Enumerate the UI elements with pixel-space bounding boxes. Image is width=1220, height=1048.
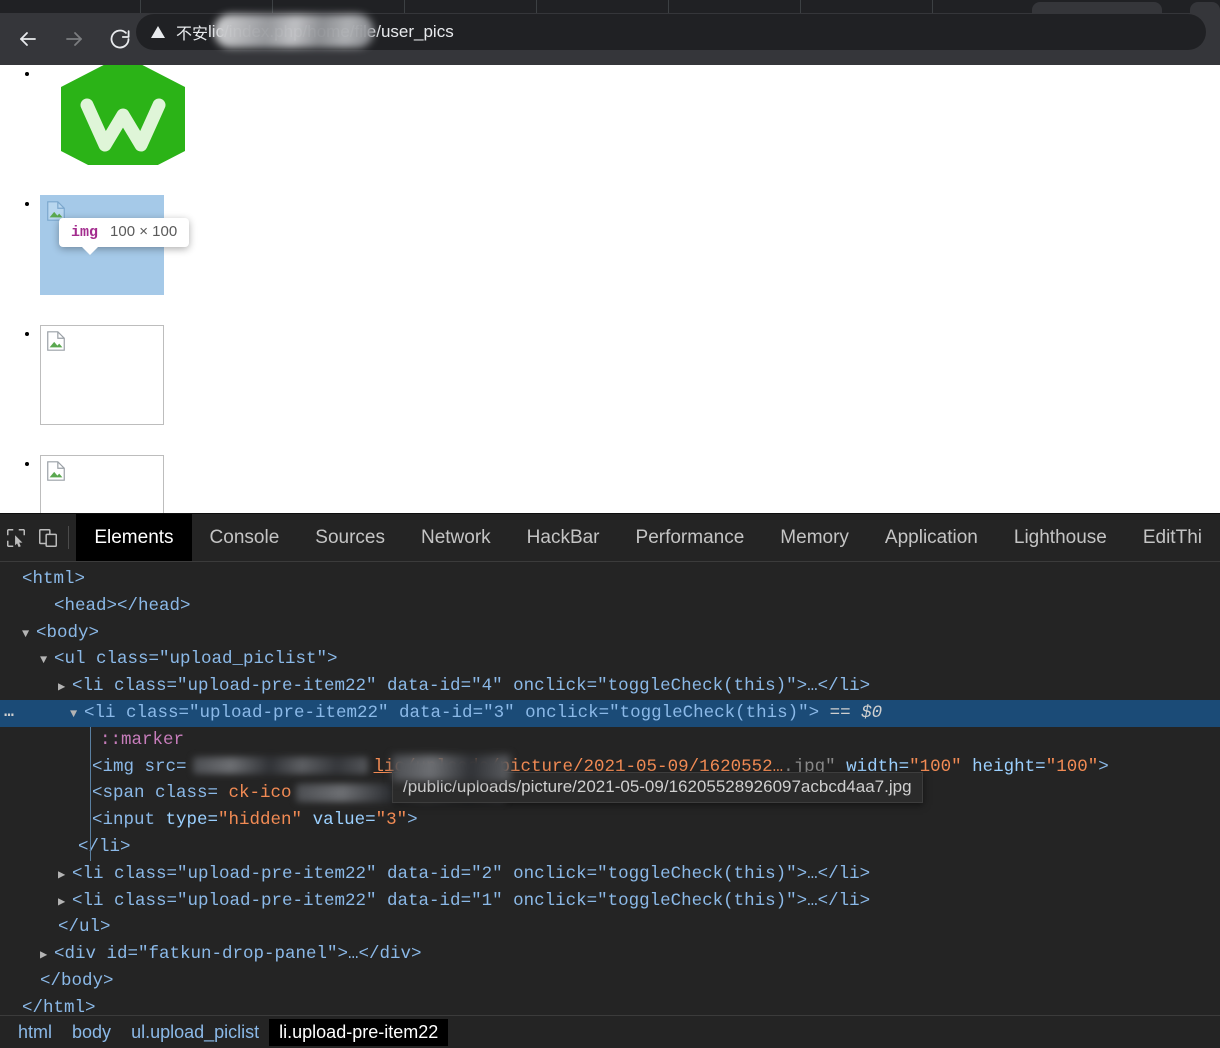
dom-node-li-1[interactable]: <li class="upload-pre-item22" data-id="1… [0,888,1220,915]
disclosure-triangle-icon[interactable] [40,942,54,969]
disclosure-triangle-icon[interactable] [22,621,36,648]
toolbar-divider [67,526,69,549]
tooltip-tag-name: img [71,224,99,241]
dom-node-body-open[interactable]: <body> [0,620,1220,647]
active-tab[interactable] [1032,2,1162,13]
dom-node-ul-close[interactable]: </ul> [0,914,1220,941]
dom-node-li-3-selected[interactable]: ⋯ <li class="upload-pre-item22" data-id=… [0,699,1220,728]
url-redaction-blur [214,14,374,48]
reload-icon[interactable] [102,21,138,57]
list-item[interactable] [40,195,1220,325]
dom-node-marker[interactable]: ::marker [0,726,1220,754]
disclosure-triangle-icon[interactable] [58,889,72,916]
tab-lighthouse[interactable]: Lighthouse [996,514,1125,561]
dom-node-li-2[interactable]: <li class="upload-pre-item22" data-id="2… [0,861,1220,888]
element-highlight-tooltip: img 100 × 100 [59,218,190,255]
browser-window: 不安 lic/index.php/home/file/user_pics [0,0,1220,1048]
dom-node-fatkun-panel[interactable]: <div id="fatkun-drop-panel">…</div> [0,941,1220,968]
tab-application[interactable]: Application [867,514,996,561]
disclosure-triangle-icon[interactable] [58,674,72,701]
thumbnail-broken[interactable] [40,325,164,425]
list-item[interactable] [40,455,1220,513]
device-toolbar-icon[interactable] [32,514,64,561]
dom-node-html-close[interactable]: </html> [0,995,1220,1015]
devtools-tabbar: Elements Console Sources Network HackBar… [0,514,1220,562]
forward-arrow-icon[interactable] [56,21,92,57]
tab-hackbar[interactable]: HackBar [509,514,618,561]
tab-memory[interactable]: Memory [762,514,867,561]
broken-image-icon [47,461,65,481]
url-hover-tooltip: /public/uploads/picture/2021-05-09/16205… [392,755,923,803]
tab-strip[interactable] [0,0,1220,13]
tooltip-dimensions: 100 × 100 [110,223,178,240]
breadcrumb-ul[interactable]: ul.upload_piclist [121,1019,269,1046]
dom-node-li-3-close[interactable]: </li> [0,833,1220,861]
tab-sources[interactable]: Sources [297,514,403,561]
back-arrow-icon[interactable] [10,21,46,57]
disclosure-triangle-icon[interactable] [70,701,84,728]
security-label: 不安 [176,24,209,43]
tab-partial[interactable] [1190,2,1220,13]
wamp-logo [61,65,185,165]
broken-image-icon [47,331,65,351]
tab-network[interactable]: Network [403,514,509,561]
list-item[interactable] [40,325,1220,455]
page-viewport: img 100 × 100 [0,65,1220,513]
tooltip-redaction-blur [392,755,510,781]
thumbnail-broken[interactable] [40,455,164,513]
dom-node-input-hidden[interactable]: <input type="hidden" value="3"> [0,807,1220,834]
dom-node-body-close[interactable]: </body> [0,968,1220,995]
breadcrumb-html[interactable]: html [8,1019,62,1046]
tab-performance[interactable]: Performance [618,514,763,561]
breadcrumb-li[interactable]: li.upload-pre-item22 [269,1018,449,1046]
list-item[interactable] [40,65,1220,195]
disclosure-triangle-icon[interactable] [58,862,72,889]
inspect-element-icon[interactable] [0,514,32,561]
dom-node-html-open[interactable]: <html> [0,566,1220,593]
disclosure-triangle-icon[interactable] [40,647,54,674]
dom-node-li-4[interactable]: <li class="upload-pre-item22" data-id="4… [0,673,1220,700]
warning-triangle-icon [151,26,165,38]
tab-elements[interactable]: Elements [76,514,192,561]
dom-node-head[interactable]: <head></head> [0,593,1220,620]
dom-node-ul-open[interactable]: <ul class="upload_piclist"> [0,646,1220,673]
breadcrumb-body[interactable]: body [62,1019,121,1046]
tab-console[interactable]: Console [192,514,298,561]
tab-editthiscookie[interactable]: EditThi [1125,514,1220,561]
dom-breadcrumb: html body ul.upload_piclist li.upload-pr… [0,1015,1220,1048]
